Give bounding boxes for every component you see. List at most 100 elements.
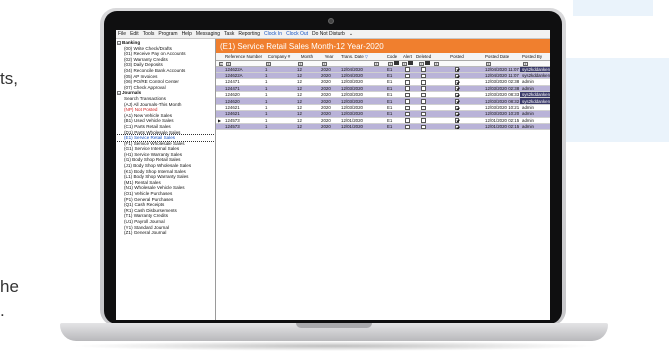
alert-checkbox[interactable] bbox=[405, 73, 410, 78]
filter-icon[interactable]: ≡ bbox=[298, 61, 303, 65]
filter-icon[interactable]: ≡ bbox=[226, 61, 231, 65]
column-header[interactable]: Year bbox=[319, 53, 339, 61]
menu-item[interactable]: Messaging bbox=[196, 31, 220, 37]
posted-date-cell[interactable]: 12/04/2020 11:07 AM bbox=[483, 72, 520, 80]
posted-checkbox[interactable] bbox=[454, 86, 460, 91]
sort-icon[interactable]: ▽ bbox=[364, 54, 368, 59]
filter-icon[interactable]: ≡ bbox=[434, 61, 439, 65]
deleted-cell[interactable] bbox=[416, 123, 431, 131]
posted-date-cell[interactable]: 12/03/2020 08:33 AM bbox=[483, 91, 520, 99]
alert-checkbox[interactable] bbox=[405, 99, 410, 104]
menu-item[interactable]: Program bbox=[158, 31, 177, 37]
posted-date-cell[interactable]: 12/01/2020 02:15 PM bbox=[483, 123, 520, 131]
menu-item[interactable]: Reporting bbox=[238, 31, 260, 37]
menu-item[interactable]: Do Not Disturb bbox=[312, 31, 345, 37]
reference-number-cell[interactable]: 124573 bbox=[223, 123, 263, 131]
filter-icon[interactable]: ≡ bbox=[322, 61, 327, 65]
posted-date-cell[interactable]: 12/03/2020 08:32 AM bbox=[483, 97, 520, 105]
posted-checkbox[interactable] bbox=[454, 111, 460, 117]
posted-cell[interactable] bbox=[431, 123, 483, 131]
deleted-checkbox[interactable] bbox=[421, 73, 426, 78]
deleted-checkbox[interactable] bbox=[421, 92, 426, 97]
posted-by-cell[interactable]: sys2kddanken bbox=[520, 72, 550, 80]
menu-item[interactable]: File bbox=[118, 31, 126, 37]
filter-icon[interactable]: ≡ bbox=[266, 61, 271, 65]
alert-checkbox[interactable] bbox=[405, 111, 410, 117]
posted-date-cell[interactable]: 12/03/2020 10:20 AM bbox=[483, 110, 520, 118]
column-header[interactable]: Reference Number bbox=[223, 53, 263, 61]
month-cell[interactable]: 12 bbox=[295, 123, 319, 131]
menu-item[interactable]: Clock Out bbox=[286, 31, 308, 37]
deleted-checkbox[interactable] bbox=[421, 124, 426, 129]
filter-icon[interactable]: ≡ bbox=[374, 61, 379, 65]
posted-date-cell[interactable]: 12/04/2020 11:07 AM bbox=[483, 66, 520, 73]
alert-checkbox[interactable] bbox=[405, 92, 410, 97]
filter-icon[interactable]: ≡ bbox=[402, 61, 407, 65]
posted-date-cell[interactable]: 12/01/2020 02:15 PM bbox=[483, 117, 520, 125]
column-header[interactable]: Company # bbox=[263, 53, 295, 61]
collapse-icon[interactable]: − bbox=[117, 91, 121, 96]
filter-toggle-icon[interactable] bbox=[408, 60, 413, 65]
posted-checkbox[interactable] bbox=[454, 118, 460, 123]
collapse-icon[interactable]: − bbox=[117, 40, 121, 45]
posted-checkbox[interactable] bbox=[454, 67, 460, 72]
trans-date-cell[interactable]: 12/01/2020 bbox=[339, 123, 371, 131]
menu-item[interactable]: Help bbox=[182, 31, 192, 37]
posted-checkbox[interactable] bbox=[454, 99, 460, 104]
tree-item[interactable]: (Z1) General Journal bbox=[116, 230, 215, 236]
menu-item[interactable]: Clock In bbox=[264, 31, 282, 37]
posted-date-cell[interactable]: 12/03/2020 02:38 PM bbox=[483, 78, 520, 86]
navigation-tree[interactable]: − Banking (00) Write Check/Drafts (01) Rec… bbox=[116, 39, 216, 320]
filter-icon[interactable]: ≡ bbox=[388, 61, 393, 65]
menu-item[interactable]: Task bbox=[224, 31, 234, 37]
posted-by-cell[interactable]: sys2kddanken bbox=[520, 97, 550, 105]
posted-date-cell[interactable]: 12/03/2020 02:38 PM bbox=[483, 85, 520, 93]
filter-cell[interactable]: ≡ bbox=[385, 60, 399, 67]
posted-date-cell[interactable]: 12/03/2020 10:21 AM bbox=[483, 104, 520, 112]
posted-by-cell[interactable]: sys2kddanken bbox=[520, 91, 550, 99]
filter-icon[interactable]: ≡ bbox=[486, 61, 491, 65]
filter-icon[interactable]: ☑ bbox=[219, 61, 223, 65]
table-row[interactable]: 124573 1 12 2020 12/01/2020 E1 12/01/2020 02:1… bbox=[216, 123, 550, 131]
row-indicator[interactable] bbox=[216, 123, 223, 131]
alert-checkbox[interactable] bbox=[405, 118, 410, 123]
filter-toggle-icon[interactable] bbox=[425, 60, 430, 65]
alert-checkbox[interactable] bbox=[405, 80, 410, 85]
posted-checkbox[interactable] bbox=[454, 124, 460, 129]
filter-icon[interactable]: ≡ bbox=[419, 61, 424, 65]
filter-icon[interactable]: ≡ bbox=[523, 61, 528, 65]
deleted-checkbox[interactable] bbox=[421, 80, 426, 85]
filter-cell[interactable]: ≡ bbox=[416, 60, 431, 67]
posted-by-cell[interactable]: admin bbox=[520, 123, 550, 131]
year-cell[interactable]: 2020 bbox=[319, 123, 339, 131]
column-header[interactable]: Posted Date bbox=[483, 53, 520, 61]
column-header[interactable]: Posted bbox=[431, 53, 483, 61]
posted-checkbox[interactable] bbox=[454, 105, 460, 110]
posted-checkbox[interactable] bbox=[454, 73, 460, 78]
column-header[interactable]: Month bbox=[295, 53, 319, 61]
menu-item[interactable]: Edit bbox=[130, 31, 139, 37]
column-header[interactable]: Code bbox=[385, 53, 399, 61]
menu-item[interactable]: Tools bbox=[143, 31, 155, 37]
column-header[interactable]: Deleted bbox=[416, 53, 431, 61]
alert-checkbox[interactable] bbox=[405, 124, 410, 129]
posted-checkbox[interactable] bbox=[454, 80, 460, 85]
company-cell[interactable]: 1 bbox=[263, 123, 295, 131]
deleted-checkbox[interactable] bbox=[421, 99, 426, 104]
deleted-checkbox[interactable] bbox=[421, 105, 426, 110]
column-header[interactable]: Alert bbox=[399, 53, 416, 61]
deleted-checkbox[interactable] bbox=[421, 118, 426, 123]
code-cell[interactable]: E1 bbox=[385, 123, 399, 131]
filter-cell[interactable]: ☑ bbox=[216, 60, 223, 67]
posted-by-cell[interactable]: sys2kddanken bbox=[520, 66, 550, 73]
column-header[interactable]: Posted By bbox=[520, 53, 550, 61]
column-header[interactable]: Trans. Date ▽ bbox=[339, 53, 371, 61]
chevron-down-icon[interactable]: ⌄ bbox=[349, 31, 353, 37]
posted-checkbox[interactable] bbox=[454, 92, 460, 97]
deleted-checkbox[interactable] bbox=[421, 86, 426, 91]
alert-checkbox[interactable] bbox=[405, 67, 410, 72]
alert-checkbox[interactable] bbox=[405, 105, 410, 110]
alert-cell[interactable] bbox=[399, 123, 416, 131]
deleted-checkbox[interactable] bbox=[421, 111, 426, 117]
alert-checkbox[interactable] bbox=[405, 86, 410, 91]
